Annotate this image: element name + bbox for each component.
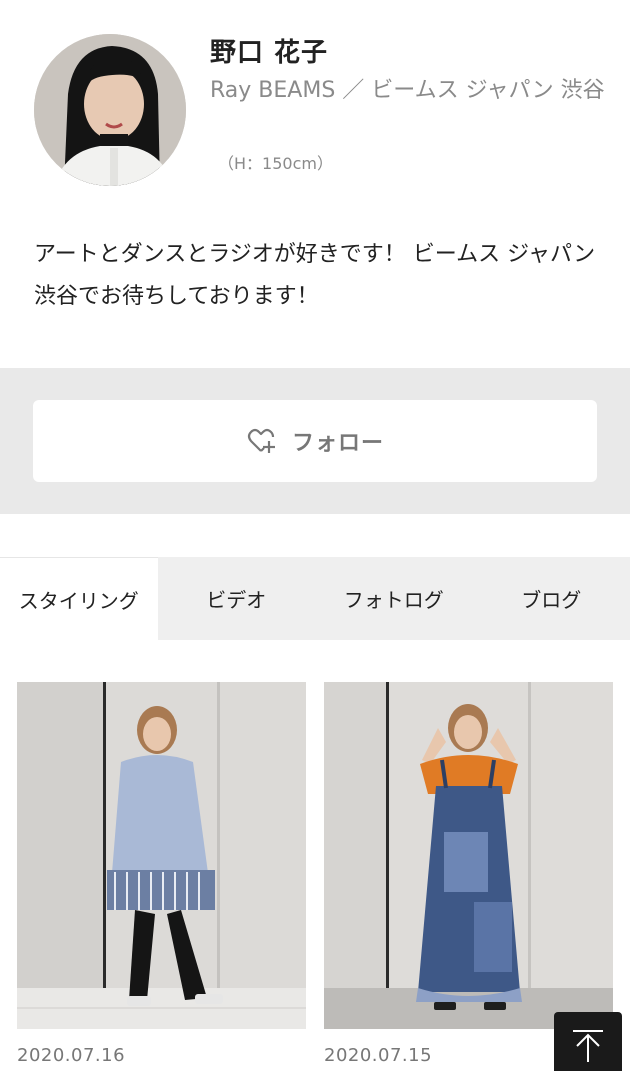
staff-profile: 野口 花子 Ray BEAMS ／ ビームス ジャパン 渋谷 （H：150cm）… [0,0,630,370]
styling-card[interactable]: 2020.07.15 [324,682,613,1066]
follow-label: フォロー [291,431,384,456]
tab-blog[interactable]: ブログ [473,557,630,640]
styling-photo[interactable] [17,682,306,1029]
styling-image [17,682,306,1029]
avatar [34,34,186,186]
styling-photo[interactable] [324,682,613,1029]
heart-plus-icon [247,428,275,453]
styling-date: 2020.07.16 [17,1045,126,1066]
staff-height: （H：150cm） [218,154,333,173]
tab-photolog[interactable]: フォトログ [315,557,473,640]
shop-name[interactable]: Ray BEAMS ／ ビームス ジャパン 渋谷 [210,74,610,108]
arrow-up-icon [573,1030,603,1062]
follow-button[interactable]: フォロー [33,400,597,482]
follow-area: フォロー [0,368,630,514]
back-to-top-button[interactable] [554,1012,622,1071]
styling-image [324,682,613,1029]
staff-name: 野口 花子 [210,38,329,68]
avatar-photo [34,34,186,186]
staff-bio: アートとダンスとラジオが好きです！ ビームス ジャパン 渋谷でお待ちしております… [34,242,596,309]
styling-card[interactable]: 2020.07.16 [17,682,306,1066]
tab-styling[interactable]: スタイリング [0,557,158,640]
tab-video[interactable]: ビデオ [158,557,316,640]
content-tabs: スタイリング ビデオ フォトログ ブログ [0,557,630,640]
